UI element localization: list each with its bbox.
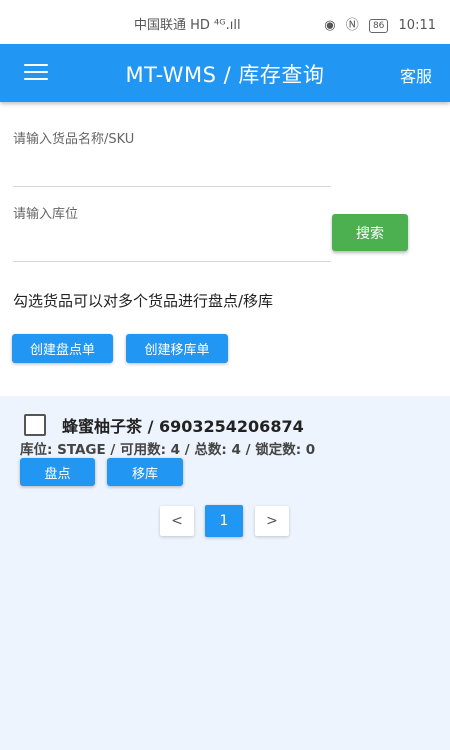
page-title: MT-WMS / 库存查询	[125, 63, 325, 87]
battery-icon: 86	[368, 19, 389, 33]
customer-service-link[interactable]: 客服	[400, 63, 432, 87]
status-right: ◉ Ⓝ 86 10:11	[318, 14, 436, 33]
item-checkbox[interactable]	[24, 414, 46, 436]
status-bar: 中国联通 HD ⁴ᴳ.ıll ◉ Ⓝ 86 10:11	[0, 0, 450, 44]
nfc-icon: Ⓝ	[345, 18, 359, 33]
pagination-prev-button[interactable]: <	[160, 506, 194, 536]
item-detail: 库位: STAGE / 可用数: 4 / 总数: 4 / 锁定数: 0	[20, 442, 316, 458]
search-button[interactable]: 搜索	[332, 214, 408, 251]
app-bar: MT-WMS / 库存查询 客服	[0, 44, 450, 102]
item-transfer-button[interactable]: 移库	[107, 458, 183, 486]
carrier-signal: 中国联通 HD ⁴ᴳ.ıll	[134, 18, 241, 33]
time: 10:11	[398, 18, 436, 33]
location-field: 请输入库位	[13, 203, 331, 262]
eye-icon: ◉	[324, 18, 336, 33]
item-stocktake-button[interactable]: 盘点	[20, 458, 95, 486]
pagination-next-button[interactable]: >	[255, 506, 289, 536]
sku-field: 请输入货品名称/SKU	[13, 128, 331, 187]
pagination-page-1[interactable]: 1	[205, 505, 243, 537]
location-input[interactable]	[13, 233, 331, 257]
create-transfer-button[interactable]: 创建移库单	[126, 334, 228, 363]
create-stocktake-button[interactable]: 创建盘点单	[12, 334, 113, 363]
sku-label: 请输入货品名称/SKU	[13, 132, 135, 147]
batch-hint: 勾选货品可以对多个货品进行盘点/移库	[13, 292, 274, 310]
sku-input[interactable]	[13, 158, 331, 182]
location-label: 请输入库位	[13, 207, 79, 222]
item-title: 蜂蜜柚子茶 / 6903254206874	[62, 417, 304, 436]
